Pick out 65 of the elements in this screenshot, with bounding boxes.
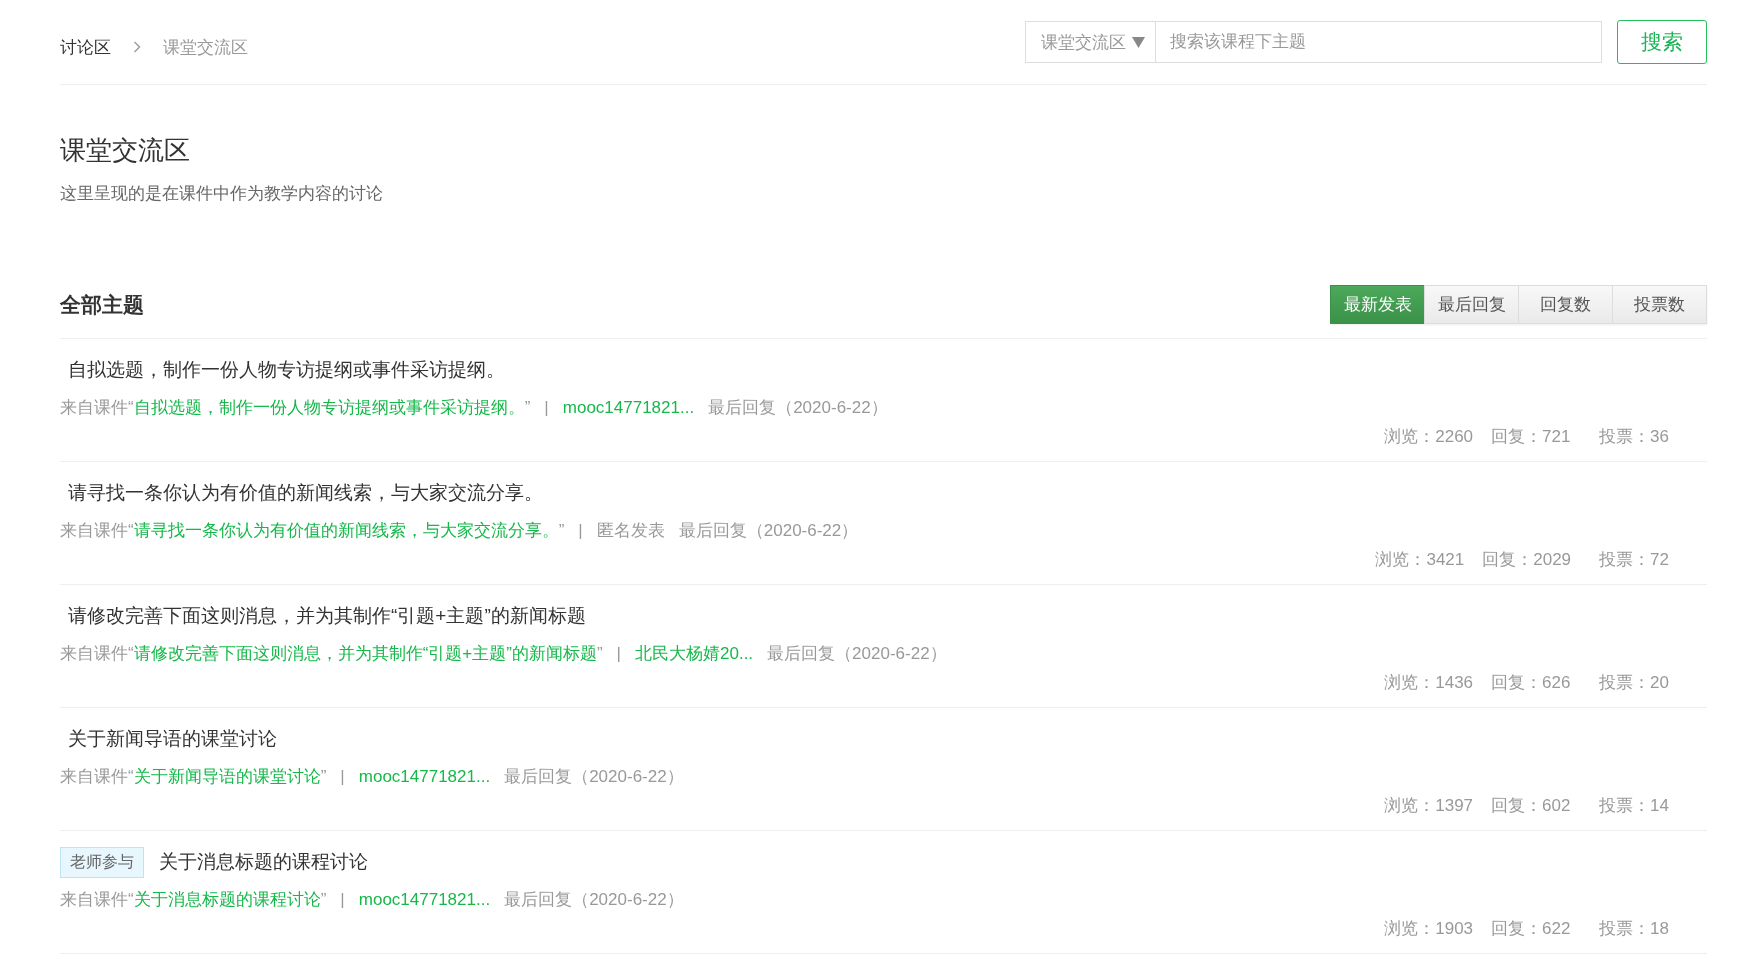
topic-title-link[interactable]: 关于消息标题的课程讨论 — [159, 849, 368, 875]
topic-stat: 回复：2029 — [1482, 549, 1572, 571]
topic-stat: 投票：36 — [1599, 426, 1669, 448]
topic-stat: 浏览：1397 — [1384, 795, 1474, 817]
last-reply-date: 最后回复（2020-6-22） — [504, 889, 684, 911]
separator: | — [544, 397, 549, 418]
last-reply-date: 最后回复（2020-6-22） — [678, 520, 859, 542]
topic-stat: 回复：626 — [1491, 672, 1572, 694]
search-field[interactable]: 搜索该课程下主题 — [1156, 21, 1602, 63]
scope-dropdown[interactable]: 课堂交流区 — [1025, 21, 1156, 63]
topic-title-link[interactable]: 请寻找一条你认为有价值的新闻线索，与大家交流分享。 — [68, 480, 543, 506]
courseware-link[interactable]: 关于新闻导语的课堂讨论 — [133, 765, 321, 788]
topic-stat: 回复：721 — [1491, 426, 1572, 448]
source-label: 来自课件“ — [60, 520, 134, 542]
search-button[interactable]: 搜索 — [1617, 20, 1707, 64]
last-reply-date: 最后回复（2020-6-22） — [708, 397, 888, 419]
section-description: 这里呈现的是在课件中作为教学内容的讨论 — [60, 183, 384, 205]
sort-tab[interactable]: 最新发表 — [1330, 285, 1425, 324]
separator: | — [616, 643, 621, 664]
breadcrumb-link[interactable]: 讨论区 — [60, 35, 111, 59]
topic-stat: 浏览：3421 — [1375, 549, 1465, 571]
separator: | — [340, 766, 345, 787]
topic-title-link[interactable]: 自拟选题，制作一份人物专访提纲或事件采访提纲。 — [68, 357, 505, 383]
teacher-badge: 老师参与 — [60, 846, 144, 878]
quote-mark: ” — [558, 520, 565, 541]
anonymous-label: 匿名发表 — [596, 520, 665, 542]
source-label: 来自课件“ — [60, 889, 134, 911]
topic-title-link[interactable]: 请修改完善下面这则消息，并为其制作“引题+主题”的新闻标题 — [68, 603, 586, 629]
topic-stat: 浏览：1436 — [1384, 672, 1474, 694]
quote-mark: ” — [320, 889, 327, 910]
author-link[interactable]: mooc14771821... — [358, 766, 491, 787]
breadcrumb-link[interactable]: 课堂交流区 — [163, 35, 248, 59]
topic-stat: 投票：14 — [1599, 795, 1669, 817]
topic-stat: 投票：20 — [1599, 672, 1669, 694]
topic-stat: 投票：72 — [1599, 549, 1669, 571]
quote-mark: ” — [524, 397, 531, 418]
author-link[interactable]: mooc14771821... — [358, 889, 491, 910]
topic-stat: 回复：602 — [1491, 795, 1572, 817]
topic-stat: 回复：622 — [1491, 918, 1572, 940]
section-title: 课堂交流区 — [60, 134, 191, 167]
separator: | — [340, 889, 345, 910]
sort-tab[interactable]: 最后回复 — [1424, 285, 1519, 324]
courseware-link[interactable]: 自拟选题，制作一份人物专访提纲或事件采访提纲。 — [133, 396, 525, 419]
topic-stat: 浏览：1903 — [1384, 918, 1474, 940]
source-label: 来自课件“ — [60, 766, 134, 788]
courseware-link[interactable]: 关于消息标题的课程讨论 — [133, 888, 321, 911]
topic-stat: 投票：18 — [1599, 918, 1669, 940]
chevron-right-icon — [133, 41, 141, 53]
topic-title-link[interactable]: 关于新闻导语的课堂讨论 — [68, 726, 277, 752]
quote-mark: ” — [320, 766, 327, 787]
quote-mark: ” — [596, 643, 603, 664]
author-link[interactable]: mooc14771821... — [562, 397, 695, 418]
sort-tab[interactable]: 投票数 — [1612, 285, 1707, 324]
topic-stat: 浏览：2260 — [1384, 426, 1474, 448]
author-link[interactable]: 北民大杨婧20... — [635, 642, 754, 665]
last-reply-date: 最后回复（2020-6-22） — [767, 643, 947, 665]
last-reply-date: 最后回复（2020-6-22） — [504, 766, 684, 788]
caret-down-icon — [1132, 36, 1145, 48]
courseware-link[interactable]: 请修改完善下面这则消息，并为其制作“引题+主题”的新闻标题 — [133, 642, 597, 665]
list-title: 全部主题 — [60, 291, 144, 318]
source-label: 来自课件“ — [60, 397, 134, 419]
source-label: 来自课件“ — [60, 643, 134, 665]
courseware-link[interactable]: 请寻找一条你认为有价值的新闻线索，与大家交流分享。 — [133, 519, 559, 542]
sort-tab[interactable]: 回复数 — [1518, 285, 1613, 324]
separator: | — [578, 520, 583, 541]
